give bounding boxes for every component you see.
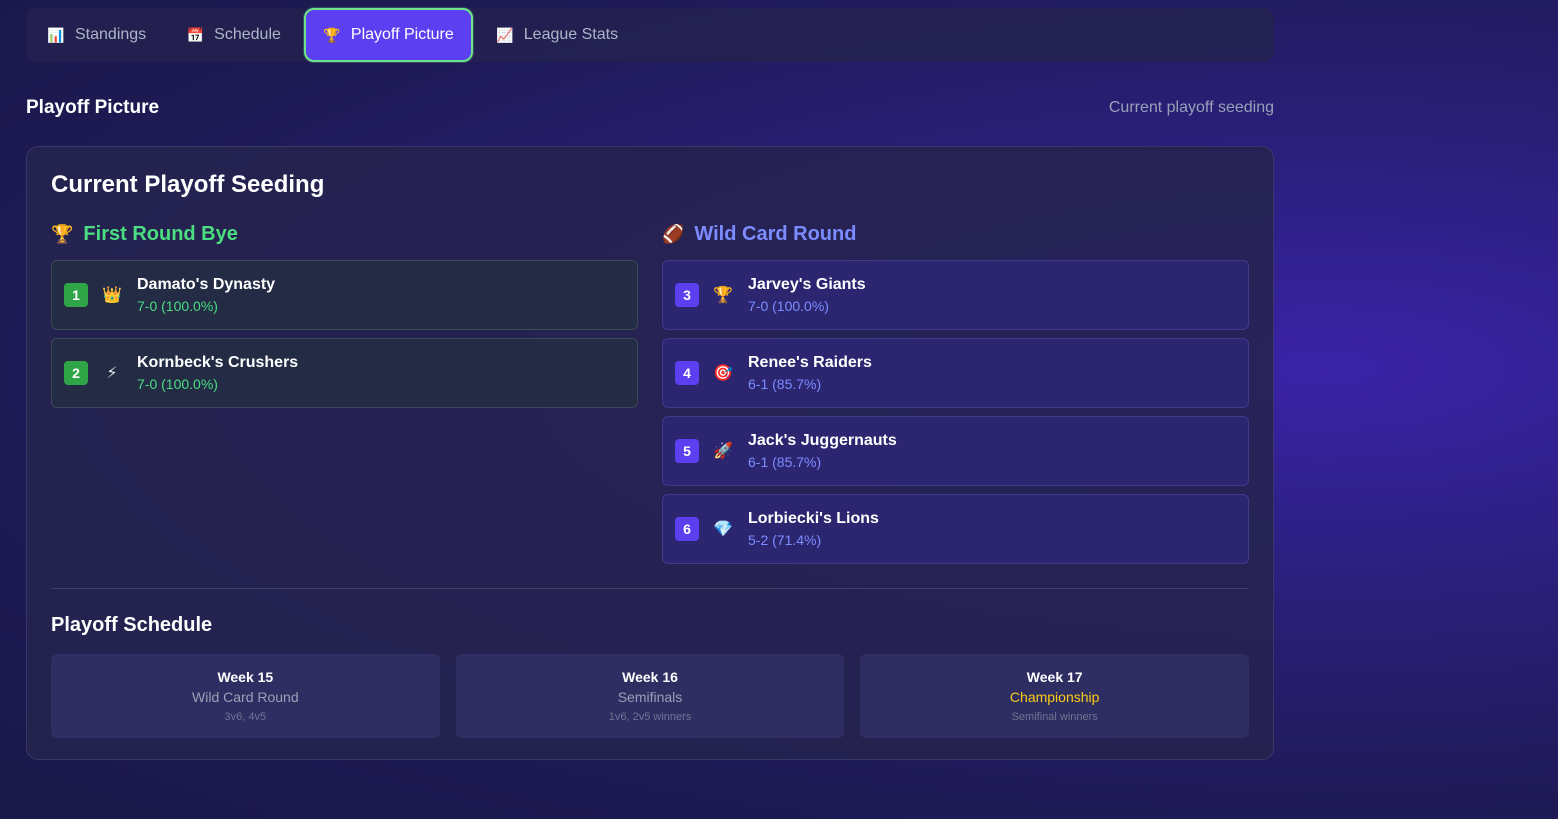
team-info: Renee's Raiders 6-1 (85.7%)	[748, 353, 872, 394]
matchups-label: Semifinal winners	[1011, 710, 1098, 723]
divider	[51, 588, 1249, 589]
trophy-icon: 🏆	[51, 223, 74, 244]
seed-badge: 2	[64, 361, 88, 385]
team-info: Damato's Dynasty 7-0 (100.0%)	[137, 275, 275, 316]
week-label: Week 16	[622, 668, 678, 685]
team-record: 7-0 (100.0%)	[748, 297, 829, 314]
team-name: Jack's Juggernauts	[748, 431, 897, 449]
round-label: Championship	[1009, 688, 1100, 705]
seeding-panel: Current Playoff Seeding 🏆 First Round By…	[26, 146, 1274, 760]
tab-schedule[interactable]: 📅 Schedule	[169, 8, 298, 62]
team-name: Kornbeck's Crushers	[137, 353, 299, 371]
schedule-title: Playoff Schedule	[51, 614, 213, 636]
tab-label: Standings	[75, 26, 147, 43]
lightning-icon: ⚡	[106, 365, 118, 382]
page-header: Playoff Picture Current playoff seeding	[26, 93, 1274, 123]
tab-bar: 📊 Standings 📅 Schedule 🏆 Playoff Picture…	[26, 8, 1274, 62]
team-name: Jarvey's Giants	[748, 275, 866, 293]
matchups-label: 1v6, 2v5 winners	[608, 710, 692, 723]
trophy-icon: 🏆	[323, 26, 341, 43]
gem-icon: 💎	[713, 521, 733, 538]
tab-league-stats[interactable]: 📈 League Stats	[479, 8, 635, 62]
seed-badge: 1	[64, 283, 88, 307]
page-subtitle: Current playoff seeding	[1108, 99, 1274, 116]
team-record: 5-2 (71.4%)	[748, 531, 822, 548]
team-info: Jack's Juggernauts 6-1 (85.7%)	[748, 431, 897, 472]
bye-column: 🏆 First Round Bye 1 👑 Damato's Dynasty 7…	[51, 220, 638, 572]
seed-card[interactable]: 4 🎯 Renee's Raiders 6-1 (85.7%)	[662, 338, 1249, 408]
tab-label: Playoff Picture	[350, 26, 454, 43]
week-card: Week 15 Wild Card Round 3v6, 4v5	[51, 654, 440, 738]
tab-standings[interactable]: 📊 Standings	[30, 8, 163, 62]
bye-heading: 🏆 First Round Bye	[51, 220, 638, 248]
seed-card[interactable]: 1 👑 Damato's Dynasty 7-0 (100.0%)	[51, 260, 638, 330]
seed-badge: 3	[675, 283, 699, 307]
week-label: Week 17	[1026, 668, 1083, 685]
tab-playoff-picture[interactable]: 🏆 Playoff Picture	[303, 8, 473, 62]
line-chart-icon: 📈	[496, 26, 514, 43]
bar-chart-icon: 📊	[47, 26, 65, 43]
team-info: Jarvey's Giants 7-0 (100.0%)	[748, 275, 866, 316]
week-card: Week 16 Semifinals 1v6, 2v5 winners	[455, 654, 845, 738]
seeding-columns: 🏆 First Round Bye 1 👑 Damato's Dynasty 7…	[51, 220, 1249, 572]
panel-title: Current Playoff Seeding	[51, 171, 325, 198]
tab-label: Schedule	[214, 26, 281, 43]
playoff-schedule: Playoff Schedule Week 15 Wild Card Round…	[51, 614, 1250, 738]
seed-card[interactable]: 5 🚀 Jack's Juggernauts 6-1 (85.7%)	[662, 416, 1249, 486]
team-info: Kornbeck's Crushers 7-0 (100.0%)	[137, 353, 298, 394]
week-card: Week 17 Championship Semifinal winners	[860, 654, 1250, 738]
seed-card[interactable]: 3 🏆 Jarvey's Giants 7-0 (100.0%)	[662, 260, 1249, 330]
matchups-label: 3v6, 4v5	[224, 710, 267, 723]
wildcard-heading: 🏈 Wild Card Round	[662, 220, 1249, 248]
seed-card[interactable]: 2 ⚡ Kornbeck's Crushers 7-0 (100.0%)	[51, 338, 638, 408]
rocket-icon: 🚀	[713, 443, 733, 460]
wildcard-heading-label: Wild Card Round	[694, 222, 857, 245]
round-label: Wild Card Round	[192, 688, 299, 705]
schedule-cards: Week 15 Wild Card Round 3v6, 4v5 Week 16…	[51, 654, 1250, 738]
seed-card[interactable]: 6 💎 Lorbiecki's Lions 5-2 (71.4%)	[662, 494, 1249, 564]
team-record: 7-0 (100.0%)	[137, 375, 218, 392]
seed-badge: 6	[675, 517, 699, 541]
tab-label: League Stats	[523, 26, 619, 43]
seed-badge: 4	[675, 361, 699, 385]
wildcard-column: 🏈 Wild Card Round 3 🏆 Jarvey's Giants 7-…	[662, 220, 1249, 572]
target-icon: 🎯	[713, 365, 733, 382]
crown-icon: 👑	[102, 287, 122, 304]
team-name: Damato's Dynasty	[137, 275, 276, 293]
bye-heading-label: First Round Bye	[83, 222, 238, 245]
trophy-icon: 🏆	[713, 287, 733, 304]
round-label: Semifinals	[617, 688, 683, 705]
app: 📊 Standings 📅 Schedule 🏆 Playoff Picture…	[26, 8, 1274, 760]
team-record: 6-1 (85.7%)	[748, 453, 822, 470]
team-info: Lorbiecki's Lions 5-2 (71.4%)	[748, 509, 879, 550]
seed-badge: 5	[675, 439, 699, 463]
calendar-icon: 📅	[186, 26, 204, 43]
team-record: 6-1 (85.7%)	[748, 375, 822, 392]
team-name: Renee's Raiders	[748, 353, 872, 371]
week-label: Week 15	[217, 668, 274, 685]
team-record: 7-0 (100.0%)	[137, 297, 218, 314]
team-name: Lorbiecki's Lions	[748, 509, 879, 527]
page-title: Playoff Picture	[26, 97, 160, 118]
football-icon: 🏈	[662, 223, 685, 244]
